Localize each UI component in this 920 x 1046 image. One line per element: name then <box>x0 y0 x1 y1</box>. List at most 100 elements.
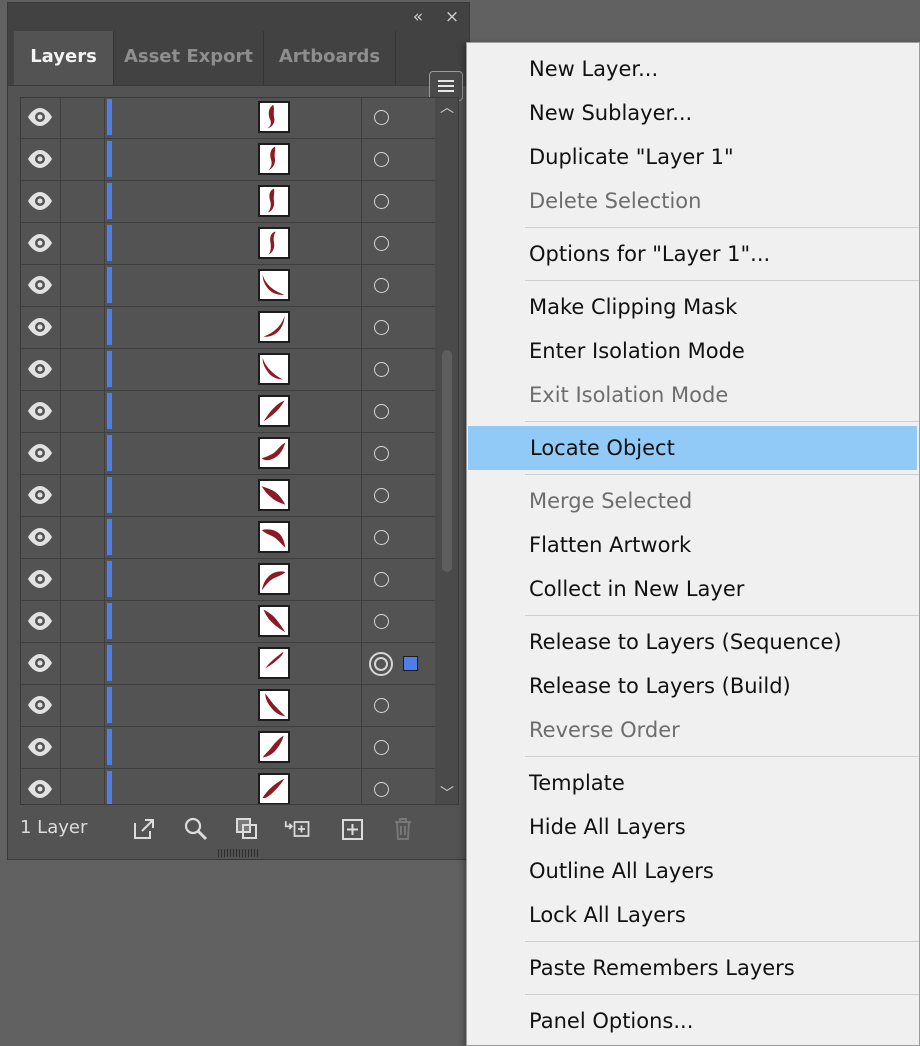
lock-toggle[interactable] <box>61 391 105 432</box>
layer-row[interactable] <box>21 559 435 601</box>
scrollbar-thumb[interactable] <box>442 350 452 572</box>
layer-row[interactable] <box>21 685 435 727</box>
layer-row[interactable] <box>21 349 435 391</box>
layer-row[interactable] <box>21 391 435 433</box>
visibility-toggle[interactable] <box>21 391 61 432</box>
target-circle-icon[interactable] <box>374 698 389 713</box>
visibility-toggle[interactable] <box>21 685 61 726</box>
scroll-down-icon[interactable]: ﹀ <box>439 786 455 802</box>
layer-row[interactable] <box>21 181 435 223</box>
lock-toggle[interactable] <box>61 98 105 138</box>
layer-row[interactable] <box>21 265 435 307</box>
visibility-toggle[interactable] <box>21 727 61 768</box>
menu-item-make-clipping-mask[interactable]: Make Clipping Mask <box>467 285 919 329</box>
visibility-toggle[interactable] <box>21 517 61 558</box>
layer-row[interactable] <box>21 601 435 643</box>
lock-toggle[interactable] <box>61 139 105 180</box>
lock-toggle[interactable] <box>61 559 105 600</box>
lock-toggle[interactable] <box>61 349 105 390</box>
target-circle-icon[interactable] <box>374 446 389 461</box>
layer-row[interactable] <box>21 98 435 139</box>
new-sublayer-icon[interactable] <box>284 815 312 843</box>
menu-item-duplicate-layer-1[interactable]: Duplicate "Layer 1" <box>467 135 919 179</box>
visibility-toggle[interactable] <box>21 559 61 600</box>
visibility-toggle[interactable] <box>21 181 61 222</box>
target-circle-icon[interactable] <box>374 110 389 125</box>
target-circle-icon[interactable] <box>374 530 389 545</box>
menu-item-release-to-layers-sequence[interactable]: Release to Layers (Sequence) <box>467 620 919 664</box>
target-circle-icon[interactable] <box>374 320 389 335</box>
layer-row[interactable] <box>21 643 435 685</box>
menu-item-lock-all-layers[interactable]: Lock All Layers <box>467 893 919 937</box>
tab-artboards[interactable]: Artboards <box>264 31 396 85</box>
visibility-toggle[interactable] <box>21 223 61 264</box>
selection-indicator[interactable] <box>403 656 418 671</box>
target-circle-icon[interactable] <box>374 236 389 251</box>
lock-toggle[interactable] <box>61 601 105 642</box>
lock-toggle[interactable] <box>61 181 105 222</box>
scroll-up-icon[interactable]: ︿ <box>439 100 455 116</box>
collapse-panel-icon[interactable]: « <box>406 5 430 29</box>
layer-row[interactable] <box>21 139 435 181</box>
layer-row[interactable] <box>21 517 435 559</box>
lock-toggle[interactable] <box>61 433 105 474</box>
visibility-toggle[interactable] <box>21 643 61 684</box>
layer-row[interactable] <box>21 727 435 769</box>
menu-item-template[interactable]: Template <box>467 761 919 805</box>
target-circle-icon[interactable] <box>374 782 389 797</box>
lock-toggle[interactable] <box>61 265 105 306</box>
menu-item-enter-isolation-mode[interactable]: Enter Isolation Mode <box>467 329 919 373</box>
layer-row[interactable] <box>21 307 435 349</box>
target-circle-icon[interactable] <box>374 488 389 503</box>
menu-item-collect-in-new-layer[interactable]: Collect in New Layer <box>467 567 919 611</box>
target-circle-icon[interactable] <box>374 278 389 293</box>
target-circle-icon[interactable] <box>374 572 389 587</box>
visibility-toggle[interactable] <box>21 265 61 306</box>
clipping-mask-icon[interactable] <box>233 815 261 843</box>
visibility-toggle[interactable] <box>21 98 61 138</box>
lock-toggle[interactable] <box>61 727 105 768</box>
layer-row[interactable] <box>21 223 435 265</box>
visibility-toggle[interactable] <box>21 349 61 390</box>
scrollbar[interactable]: ︿ ﹀ <box>435 98 458 804</box>
menu-item-options-for-layer-1[interactable]: Options for "Layer 1"... <box>467 232 919 276</box>
menu-item-locate-object[interactable]: Locate Object <box>468 426 917 470</box>
visibility-toggle[interactable] <box>21 475 61 516</box>
visibility-toggle[interactable] <box>21 433 61 474</box>
menu-item-outline-all-layers[interactable]: Outline All Layers <box>467 849 919 893</box>
lock-toggle[interactable] <box>61 517 105 558</box>
visibility-toggle[interactable] <box>21 307 61 348</box>
menu-item-flatten-artwork[interactable]: Flatten Artwork <box>467 523 919 567</box>
tab-asset-export[interactable]: Asset Export <box>114 31 264 85</box>
layer-row[interactable] <box>21 433 435 475</box>
layer-row[interactable] <box>21 475 435 517</box>
visibility-toggle[interactable] <box>21 601 61 642</box>
target-circle-icon[interactable] <box>374 740 389 755</box>
new-layer-icon[interactable] <box>339 815 367 843</box>
target-circle-icon[interactable] <box>369 652 393 676</box>
menu-item-new-sublayer[interactable]: New Sublayer... <box>467 91 919 135</box>
menu-item-hide-all-layers[interactable]: Hide All Layers <box>467 805 919 849</box>
lock-toggle[interactable] <box>61 685 105 726</box>
lock-toggle[interactable] <box>61 643 105 684</box>
visibility-toggle[interactable] <box>21 769 61 804</box>
close-panel-icon[interactable]: × <box>440 5 464 29</box>
lock-toggle[interactable] <box>61 475 105 516</box>
menu-item-release-to-layers-build[interactable]: Release to Layers (Build) <box>467 664 919 708</box>
visibility-toggle[interactable] <box>21 139 61 180</box>
export-icon[interactable] <box>130 815 158 843</box>
menu-item-paste-remembers-layers[interactable]: Paste Remembers Layers <box>467 946 919 990</box>
target-circle-icon[interactable] <box>374 362 389 377</box>
delete-icon[interactable] <box>389 815 417 843</box>
lock-toggle[interactable] <box>61 223 105 264</box>
lock-toggle[interactable] <box>61 307 105 348</box>
layer-row[interactable] <box>21 769 435 804</box>
menu-item-panel-options[interactable]: Panel Options... <box>467 999 919 1043</box>
locate-icon[interactable] <box>182 815 210 843</box>
lock-toggle[interactable] <box>61 769 105 804</box>
tab-layers[interactable]: Layers <box>14 31 114 85</box>
menu-item-new-layer[interactable]: New Layer... <box>467 47 919 91</box>
resize-grip[interactable] <box>218 849 258 857</box>
target-circle-icon[interactable] <box>374 614 389 629</box>
target-circle-icon[interactable] <box>374 404 389 419</box>
